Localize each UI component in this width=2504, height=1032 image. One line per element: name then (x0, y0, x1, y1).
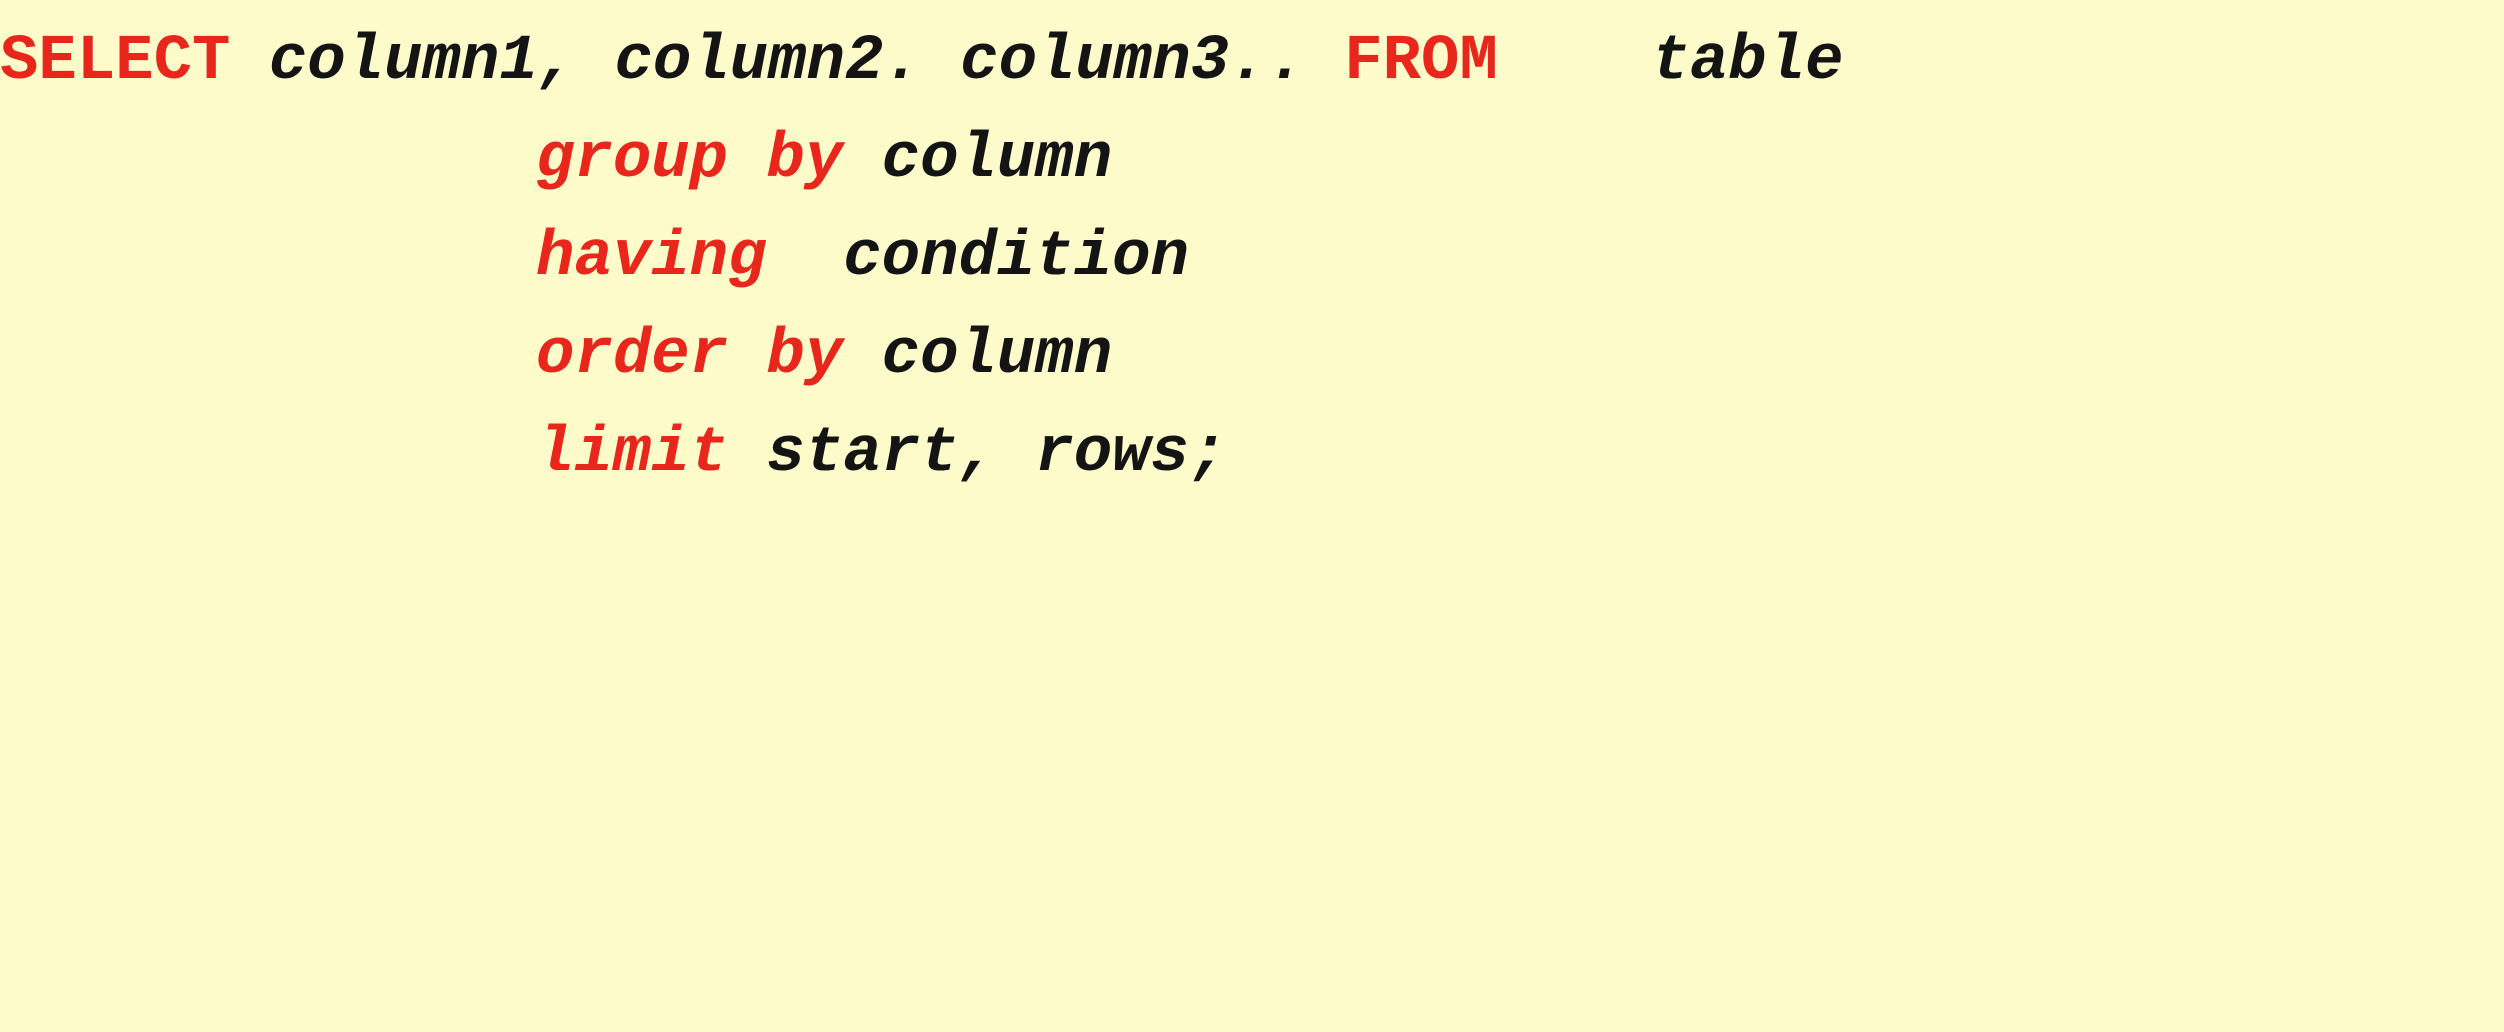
column-list: column1, column2. column3.. (230, 26, 1345, 98)
limit-line: limit start, rows; (536, 406, 1227, 502)
limit-value: start, rows; (728, 418, 1228, 490)
group-by-line: group by column (536, 112, 1112, 208)
limit-keyword: limit (536, 418, 729, 490)
select-line: SELECT column1, column2. column3.. FROM … (0, 14, 1844, 110)
order-by-keyword: order by (536, 320, 844, 392)
order-by-value: column (843, 320, 1113, 392)
having-line: having condition (536, 210, 1189, 306)
sql-syntax-block: SELECT column1, column2. column3.. FROM … (0, 0, 2504, 516)
having-keyword: having (536, 222, 767, 294)
order-by-line: order by column (536, 308, 1112, 404)
group-by-value: column (843, 124, 1113, 196)
select-keyword: SELECT (0, 26, 231, 98)
from-keyword: FROM (1344, 26, 1498, 98)
table-name: table (1651, 26, 1844, 98)
from-gap (1498, 26, 1652, 98)
having-value: condition (766, 222, 1189, 294)
group-by-keyword: group by (536, 124, 844, 196)
